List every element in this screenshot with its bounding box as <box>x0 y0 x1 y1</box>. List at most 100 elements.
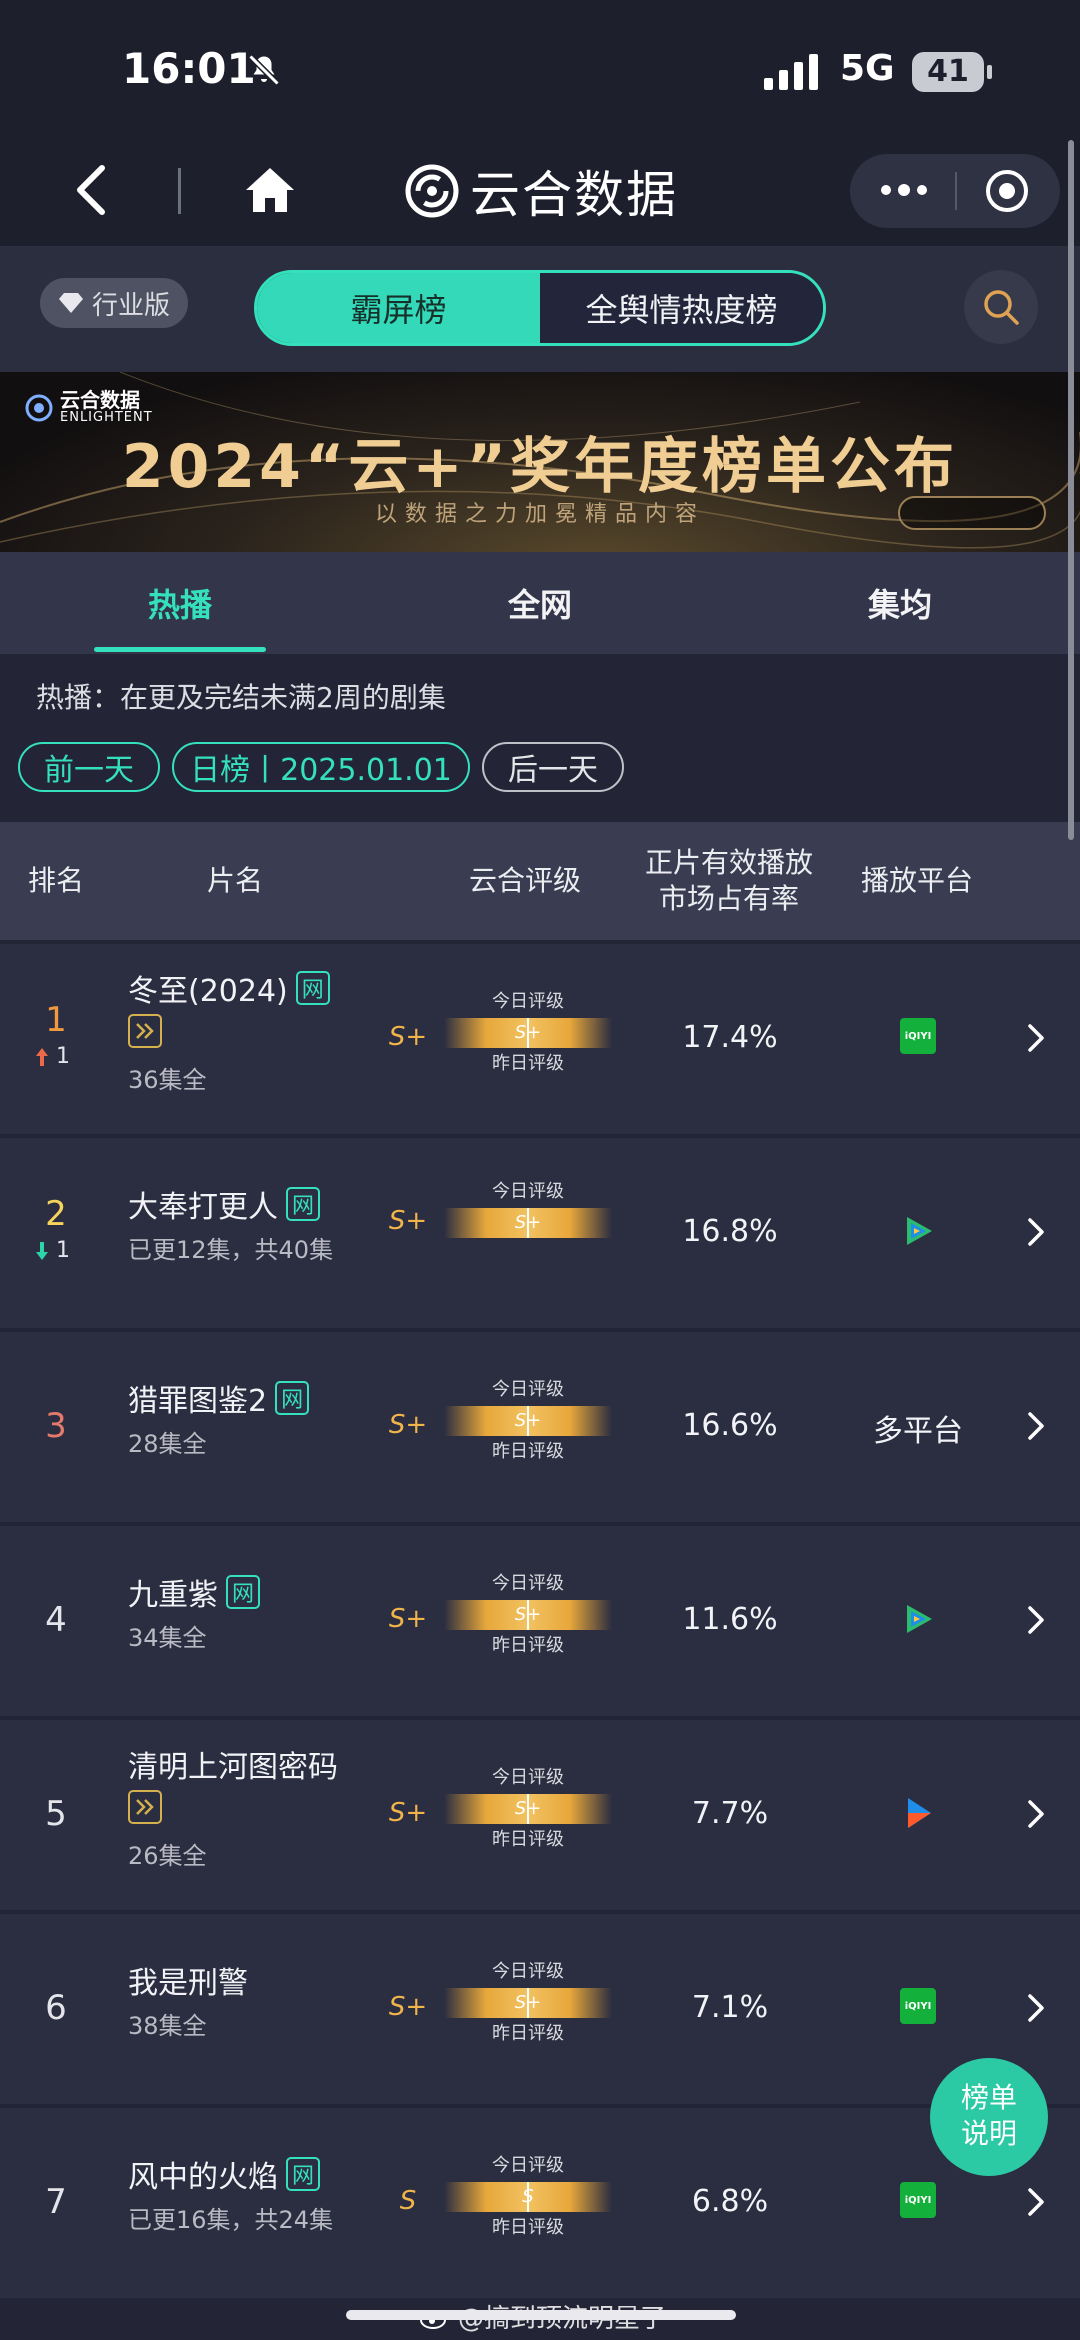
show-title[interactable]: 冬至(2024) <box>128 966 288 1010</box>
next-day-button[interactable]: 后一天 <box>482 742 624 792</box>
table-row[interactable]: 7 风中的火焰 网 已更16集，共24集 S 今日评级 S 昨日评级 6.8% iQ… <box>0 2108 1080 2298</box>
episode-info: 36集全 <box>128 1066 207 1094</box>
table-row[interactable]: 5 清明上河图密码 26集全 S+ 今日评级 S+ 昨日评级 7.7% <box>0 1720 1080 1910</box>
show-title[interactable]: 九重紫 <box>128 1570 218 1614</box>
episode-info: 26集全 <box>128 1842 207 1870</box>
rank-change-value: 1 <box>56 1238 70 1263</box>
rating-bar: S+ <box>444 1600 612 1630</box>
episode-info: 38集全 <box>128 2012 207 2040</box>
web-drama-badge: 网 <box>226 1575 260 1609</box>
today-rating-label: 今日评级 <box>492 1961 564 1982</box>
iqiyi-icon: iQIYI <box>900 2182 936 2218</box>
page-scrollbar[interactable] <box>1068 140 1074 840</box>
chevron-right-icon[interactable] <box>1024 1406 1048 1446</box>
title-line: 清明上河图密码 <box>128 1742 338 1786</box>
chevron-right-icon[interactable] <box>1024 1988 1048 2028</box>
title-line: 冬至(2024) 网 <box>128 966 330 1010</box>
chevron-right-icon[interactable] <box>1024 1212 1048 1252</box>
fast-forward-badge-icon <box>128 1014 162 1048</box>
title-line: 我是刑警 <box>128 1958 248 2002</box>
table-row[interactable]: 6 我是刑警 38集全 S+ 今日评级 S+ 昨日评级 7.1% iQIYI <box>0 1914 1080 2104</box>
battery-icon: 41 <box>912 52 992 92</box>
title-line: 猎罪图鉴2 网 <box>128 1376 310 1420</box>
banner-cta[interactable] <box>898 496 1046 530</box>
market-share: 7.1% <box>691 1990 769 2025</box>
header-divider <box>178 168 181 214</box>
platform-text: 多平台 <box>873 1414 963 1449</box>
ranking-toolbar: 行业版 霸屏榜 全舆情热度榜 <box>0 246 1080 372</box>
more-icon[interactable] <box>874 170 934 210</box>
rating-meter: 今日评级 S+ 昨日评级 <box>444 1572 612 1658</box>
episode-info: 34集全 <box>128 1624 207 1652</box>
home-icon[interactable] <box>242 162 298 218</box>
banner-logo-text: 云合数据 <box>60 388 140 412</box>
show-title[interactable]: 大奉打更人 <box>128 1182 278 1226</box>
show-title[interactable]: 清明上河图密码 <box>128 1742 338 1786</box>
platform <box>880 1600 956 1638</box>
title-line: 风中的火焰 网 <box>128 2152 320 2196</box>
market-share: 7.7% <box>691 1796 769 1831</box>
rank-change-value: 1 <box>56 1044 70 1069</box>
prev-day-button[interactable]: 前一天 <box>18 742 160 792</box>
show-title[interactable]: 猎罪图鉴2 <box>128 1376 267 1420</box>
rating-bar: S+ <box>444 1406 612 1436</box>
promo-banner[interactable]: 云合数据 ENLIGHTENT 2024“云+”奖年度榜单公布 以数据之力加冕精… <box>0 372 1080 552</box>
close-target-icon[interactable] <box>984 168 1030 214</box>
platform: 多平台 <box>873 1406 963 1450</box>
table-row[interactable]: 1 1 冬至(2024) 网 36集全 S+ 今日评级 S+ 昨日评级 17.4%… <box>0 944 1080 1134</box>
brand: 云合数据 <box>404 160 678 224</box>
platform: iQIYI <box>880 1988 956 2024</box>
today-rating-label: 今日评级 <box>492 2155 564 2176</box>
bell-muted-icon <box>248 54 280 86</box>
rating-bar: S+ <box>444 1794 612 1824</box>
tab-episode-avg[interactable]: 集均 <box>720 552 1080 654</box>
ranking-segment: 霸屏榜 全舆情热度榜 <box>254 270 826 346</box>
rank-number: 7 <box>45 2182 67 2222</box>
table-row[interactable]: 3 猎罪图鉴2 网 28集全 S+ 今日评级 S+ 昨日评级 16.6% 多平台 <box>0 1332 1080 1522</box>
market-share: 16.8% <box>682 1214 778 1249</box>
today-rating-label: 今日评级 <box>492 1379 564 1400</box>
edition-badge[interactable]: 行业版 <box>40 278 188 328</box>
today-rating-label: 今日评级 <box>492 1181 564 1202</box>
search-button[interactable] <box>964 270 1038 344</box>
rating-bar: S+ <box>444 1988 612 2018</box>
chevron-right-icon[interactable] <box>1024 2182 1048 2222</box>
fast-forward-badge-icon <box>128 1790 162 1824</box>
chevron-right-icon[interactable] <box>1024 1018 1048 1058</box>
date-picker[interactable]: 日榜丨2025.01.01 <box>172 742 470 792</box>
show-title[interactable]: 我是刑警 <box>128 1958 248 2002</box>
chevron-right-icon[interactable] <box>1024 1794 1048 1834</box>
table-row[interactable]: 2 1 大奉打更人 网 已更12集，共40集 S+ 今日评级 S+ 16.8% <box>0 1138 1080 1328</box>
today-rating-value: S+ <box>514 1992 542 2013</box>
banner-title: 2024“云+”奖年度榜单公布 <box>121 432 959 502</box>
market-share: 6.8% <box>691 2184 769 2219</box>
tencent-video-icon <box>907 1217 932 1245</box>
app-header: 云合数据 <box>0 140 1080 246</box>
episode-info: 已更16集，共24集 <box>128 2206 334 2234</box>
rank-number: 6 <box>45 1988 67 2028</box>
home-indicator[interactable] <box>346 2310 736 2320</box>
web-drama-badge: 网 <box>286 2157 320 2191</box>
ranking-help-button[interactable]: 榜单 说明 <box>930 2058 1048 2176</box>
yesterday-rating-label: 昨日评级 <box>492 2217 564 2238</box>
back-arrow-icon[interactable] <box>66 160 116 220</box>
network-type: 5G <box>840 48 895 89</box>
market-share: 17.4% <box>682 1020 778 1055</box>
tab-all-network[interactable]: 全网 <box>360 552 720 654</box>
show-title[interactable]: 风中的火焰 <box>128 2152 278 2196</box>
segment-sentiment-rank[interactable]: 全舆情热度榜 <box>540 273 823 343</box>
header-platform: 播放平台 <box>860 864 973 897</box>
iqiyi-icon: iQIYI <box>900 1018 936 1054</box>
chevron-right-icon[interactable] <box>1024 1600 1048 1640</box>
segment-screen-rank[interactable]: 霸屏榜 <box>257 273 540 343</box>
rank-number: 3 <box>45 1406 67 1446</box>
rank-change: 1 <box>34 1044 94 1069</box>
web-drama-badge: 网 <box>286 1187 320 1221</box>
yunhe-logo-icon <box>405 164 459 218</box>
today-rating-value: S+ <box>514 1022 542 1043</box>
tab-hot[interactable]: 热播 <box>0 552 360 654</box>
episode-info: 28集全 <box>128 1430 207 1458</box>
rank-number: 5 <box>45 1794 67 1834</box>
table-row[interactable]: 4 九重紫 网 34集全 S+ 今日评级 S+ 昨日评级 11.6% <box>0 1526 1080 1716</box>
rank-number: 4 <box>45 1600 67 1640</box>
